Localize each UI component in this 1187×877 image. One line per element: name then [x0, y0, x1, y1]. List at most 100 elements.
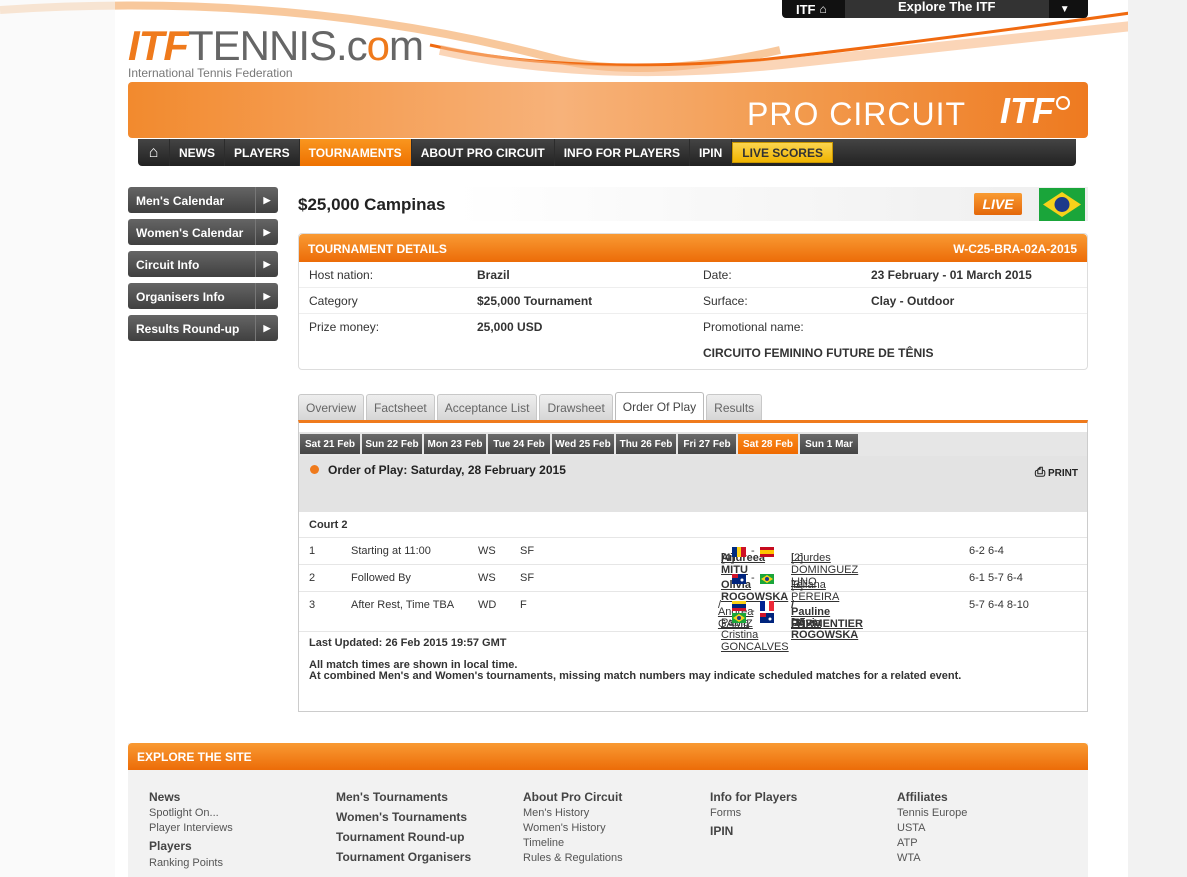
tab-order-of-play[interactable]: Order Of Play [614, 392, 705, 420]
nav-item-tournaments[interactable]: TOURNAMENTS [299, 139, 412, 166]
home-icon: ⌂ [148, 143, 159, 161]
footer-col-players: Info for Players Forms IPIN [710, 788, 797, 841]
footer-link[interactable]: ATP [897, 836, 967, 851]
footer-link[interactable]: Ranking Points [149, 856, 233, 871]
sidebar-item-results-round-up[interactable]: Results Round-up ▶ [128, 315, 278, 341]
details-header: TOURNAMENT DETAILS W-C25-BRA-02A-2015 [299, 234, 1087, 262]
tab-results[interactable]: Results [706, 394, 763, 420]
footer-col-about: About Pro Circuit Men's History Women's … [523, 788, 623, 866]
footer-link-players[interactable]: Players [149, 836, 233, 856]
footer-link[interactable]: Spotlight On... [149, 806, 233, 821]
footer-link[interactable]: Forms [710, 806, 797, 821]
footer-link[interactable]: Tennis Europe [897, 806, 967, 821]
seed: [2] [791, 552, 804, 564]
notes: All match times are shown in local time.… [309, 660, 961, 682]
itf-banner-logo: ITF [1000, 90, 1054, 131]
player1a-link[interactable]: Andrea GAMIZ / [718, 599, 753, 630]
brazil-flag-icon [1039, 188, 1085, 221]
nav-item-info-for-players[interactable]: INFO FOR PLAYERS [555, 139, 690, 166]
footer-link[interactable]: Info for Players [710, 788, 797, 806]
tab-drawsheet[interactable]: Drawsheet [539, 394, 613, 420]
spain-flag-icon [760, 547, 774, 560]
player2a-link[interactable]: Pauline PARMENTIER / [791, 599, 863, 630]
footer-link[interactable]: Timeline [523, 836, 623, 851]
order-of-play-panel: Sat 21 Feb Sun 22 Feb Mon 23 Feb Tue 24 … [298, 420, 1088, 712]
tournament-code: W-C25-BRA-02A-2015 [953, 242, 1077, 256]
tab-factsheet[interactable]: Factsheet [366, 394, 435, 420]
footer-link[interactable]: Tournament Round-up [336, 827, 471, 847]
sidebar-item-womens-calendar[interactable]: Women's Calendar ▶ [128, 219, 278, 245]
match-time: Followed By [351, 572, 411, 584]
sidebar-label: Organisers Info [136, 290, 225, 304]
footer-header: EXPLORE THE SITE [128, 743, 1088, 770]
day-tab[interactable]: Thu 26 Feb [616, 434, 676, 454]
footer-link[interactable]: Men's Tournaments [336, 787, 471, 807]
site-logo[interactable]: ITFTENNIS.com International Tennis Feder… [128, 25, 424, 81]
court-label: Court 2 [309, 519, 348, 531]
footer-link[interactable]: Women's History [523, 821, 623, 836]
sidebar-item-mens-calendar[interactable]: Men's Calendar ▶ [128, 187, 278, 213]
surface-label: Surface: [703, 294, 748, 308]
footer-link[interactable]: Men's History [523, 806, 623, 821]
day-tab[interactable]: Sun 22 Feb [362, 434, 422, 454]
match-score: 5-7 6-4 8-10 [969, 599, 1029, 611]
day-tab-selected[interactable]: Sat 28 Feb [738, 434, 798, 454]
live-badge[interactable]: LIVE [974, 193, 1022, 215]
day-tab[interactable]: Sat 21 Feb [300, 434, 360, 454]
day-tab[interactable]: Wed 25 Feb [552, 434, 614, 454]
match-round: SF [520, 545, 535, 557]
match-event: WD [478, 599, 497, 611]
nav-item-news[interactable]: NEWS [170, 139, 225, 166]
nav-item-players[interactable]: PLAYERS [225, 139, 300, 166]
match-number: 1 [309, 545, 316, 557]
nav-item-live-scores[interactable]: LIVE SCORES [732, 142, 833, 163]
footer-link[interactable]: Affiliates [897, 788, 967, 806]
tournament-title-bar: $25,000 Campinas LIVE [298, 187, 1088, 221]
sidebar-label: Circuit Info [136, 258, 200, 272]
page-title: $25,000 Campinas [298, 195, 446, 214]
host-label: Host nation: [309, 268, 374, 282]
print-button[interactable]: ⎙ PRINT [1035, 464, 1078, 480]
day-tab[interactable]: Tue 24 Feb [488, 434, 550, 454]
date-value: 23 February - 01 March 2015 [871, 268, 1032, 282]
explore-itf-bar[interactable]: ITF ⌂ Explore The ITF ▼ [782, 0, 1088, 18]
oop-header: Order of Play: Saturday, 28 February 201… [299, 456, 1087, 512]
footer-link[interactable]: WTA [897, 851, 967, 866]
nav-item-ipin[interactable]: IPIN [690, 139, 733, 166]
chevron-right-icon: ▶ [255, 283, 278, 309]
footer-link[interactable]: Rules & Regulations [523, 851, 623, 866]
nav-item-about-pro-circuit[interactable]: ABOUT PRO CIRCUIT [412, 139, 555, 166]
footer-link-news[interactable]: News [149, 788, 233, 806]
footer-link[interactable]: About Pro Circuit [523, 788, 623, 806]
itf-top-label: ITF [796, 1, 816, 17]
match-row: 3 After Rest, Time TBA WD F Andrea GAMIZ… [299, 591, 1087, 653]
day-tab[interactable]: Sun 1 Mar [800, 434, 858, 454]
match-time: After Rest, Time TBA [351, 599, 455, 611]
footer-link[interactable]: Tournament Organisers [336, 847, 471, 867]
day-tab[interactable]: Fri 27 Feb [678, 434, 736, 454]
tab-acceptance-list[interactable]: Acceptance List [436, 394, 538, 420]
date-label: Date: [703, 268, 732, 282]
banner-title: PRO CIRCUIT [747, 96, 966, 132]
day-tab[interactable]: Mon 23 Feb [424, 434, 486, 454]
sidebar-item-organisers-info[interactable]: Organisers Info ▶ [128, 283, 278, 309]
tab-overview[interactable]: Overview [298, 394, 365, 420]
footer-link[interactable]: Player Interviews [149, 821, 233, 836]
australia-flag-icon [760, 613, 774, 626]
last-updated: Last Updated: 26 Feb 2015 19:57 GMT [309, 637, 507, 649]
brazil-flag-icon [760, 574, 774, 587]
sidebar-item-circuit-info[interactable]: Circuit Info ▶ [128, 251, 278, 277]
footer-link[interactable]: IPIN [710, 821, 797, 841]
explore-site-footer: EXPLORE THE SITE News Spotlight On... Pl… [128, 743, 1088, 877]
logo-m: m [389, 22, 424, 69]
footer-link[interactable]: USTA [897, 821, 967, 836]
nav-home[interactable]: ⌂ [138, 139, 170, 166]
footer-link[interactable]: Women's Tournaments [336, 807, 471, 827]
promo-label: Promotional name: [703, 320, 804, 334]
chevron-down-icon[interactable]: ▼ [1049, 4, 1081, 15]
vs-dash: - [751, 545, 755, 557]
printer-icon: ⎙ [1034, 464, 1046, 479]
australia-flag-icon [732, 574, 746, 587]
host-value: Brazil [477, 268, 510, 282]
match-number: 2 [309, 572, 316, 584]
